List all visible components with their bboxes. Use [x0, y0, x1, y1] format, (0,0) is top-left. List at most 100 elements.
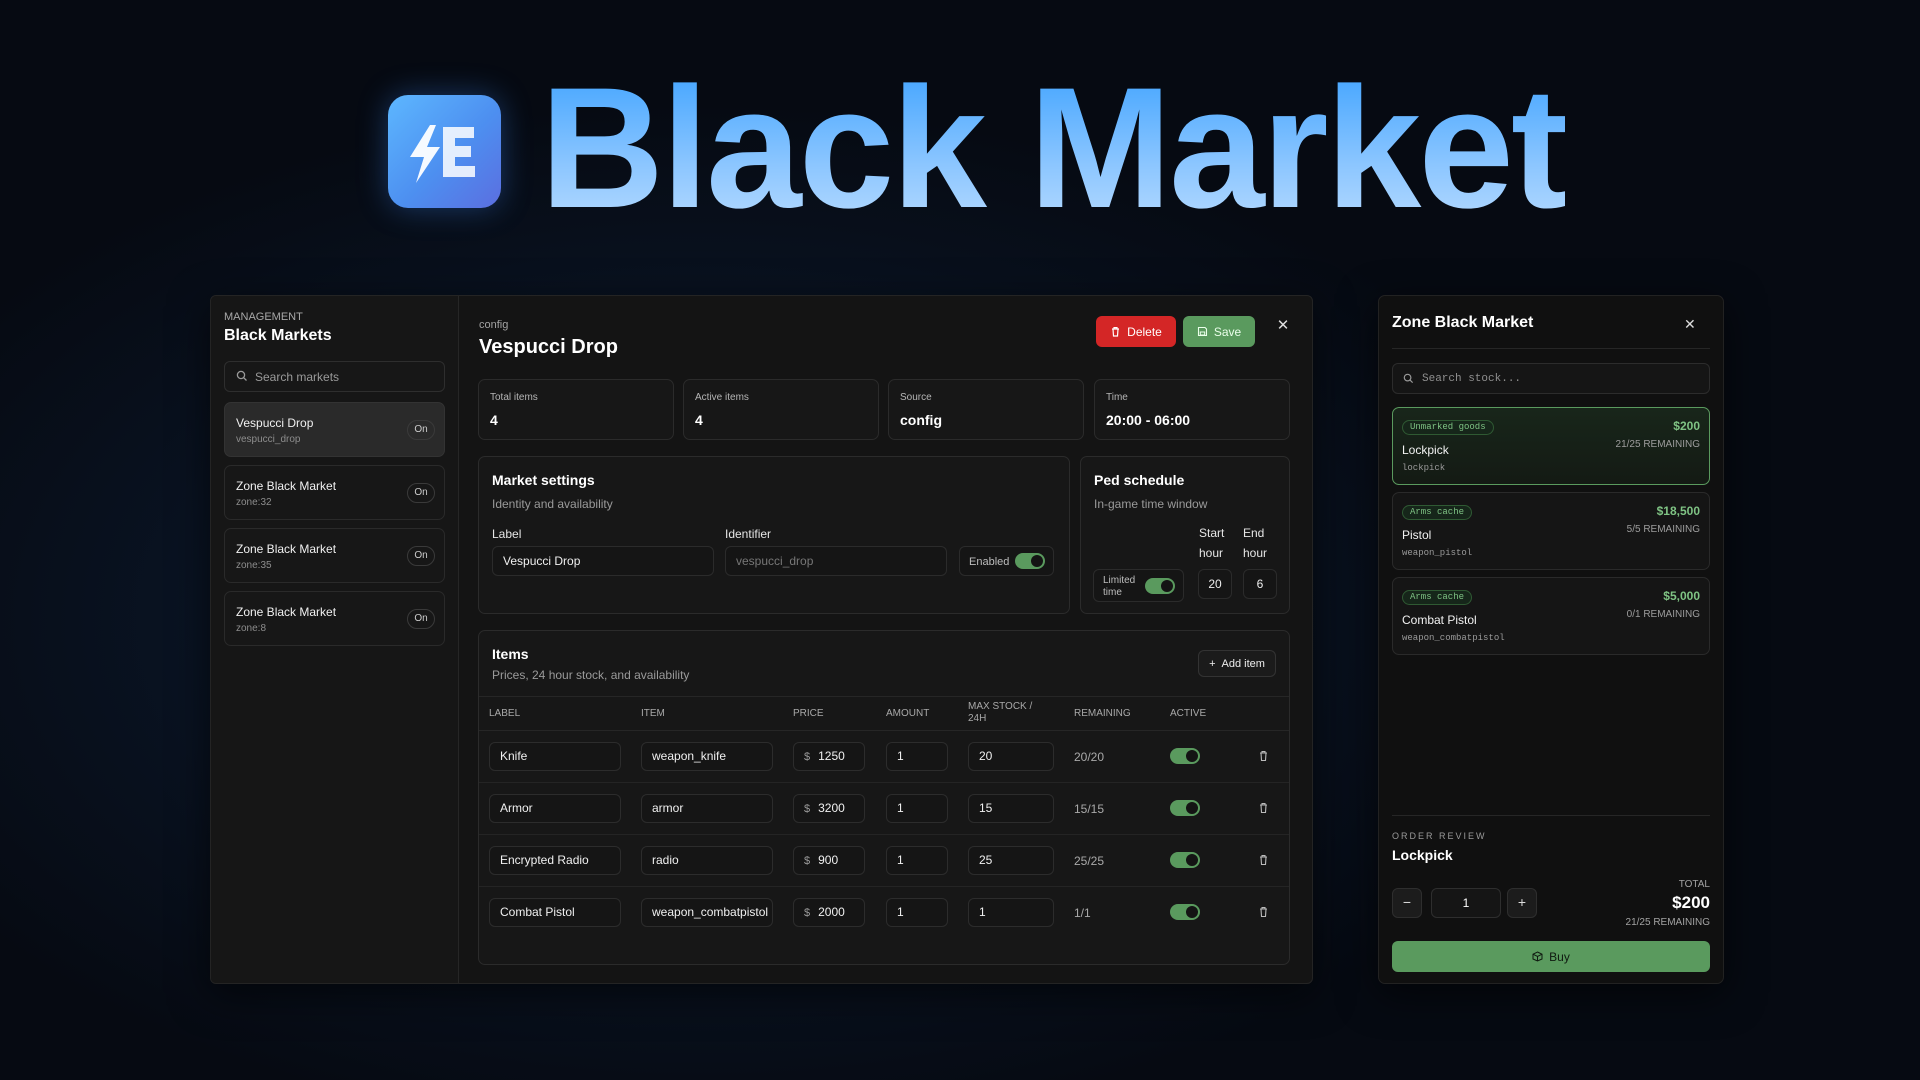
col-max-stock-line2: 24H — [968, 713, 987, 724]
market-status-badge[interactable]: On — [407, 609, 435, 629]
row-amount-input[interactable]: 1 — [886, 898, 948, 927]
trash-icon[interactable] — [1258, 802, 1269, 814]
market-status-badge[interactable]: On — [407, 483, 435, 503]
start-hour-input[interactable]: 20 — [1198, 569, 1232, 599]
identifier-input[interactable]: vespucci_drop — [725, 546, 947, 576]
stock-remaining: 5/5 REMAINING — [1626, 524, 1700, 535]
row-label-input[interactable]: Armor — [489, 794, 621, 823]
delete-button[interactable]: Delete — [1096, 316, 1176, 347]
enabled-label: Enabled — [969, 556, 1010, 568]
category-badge: Arms cache — [1402, 505, 1473, 520]
zone-shop-panel: Zone Black Market ✕ Unmarked goods $200 … — [1378, 295, 1724, 984]
close-icon[interactable]: ✕ — [1684, 316, 1696, 333]
start-hour-label-line2: hour — [1199, 546, 1224, 560]
market-status-badge[interactable]: On — [407, 420, 435, 440]
market-search-box — [224, 361, 445, 392]
row-item-input[interactable]: weapon_knife — [641, 742, 773, 771]
total-label: TOTAL — [1678, 879, 1710, 890]
label-field-label: Label — [492, 527, 522, 541]
market-id: zone:35 — [236, 560, 272, 571]
row-active-toggle[interactable] — [1170, 800, 1200, 816]
divider — [1392, 815, 1710, 816]
enabled-toggle-box[interactable]: Enabled — [959, 546, 1054, 576]
market-item-vespucci[interactable]: Vespucci Drop vespucci_drop On — [224, 402, 445, 457]
trash-icon[interactable] — [1258, 906, 1269, 918]
search-icon — [1403, 373, 1414, 384]
row-price-value: 900 — [818, 853, 839, 867]
row-active-toggle[interactable] — [1170, 904, 1200, 920]
quantity-input[interactable]: 1 — [1431, 888, 1501, 918]
close-icon[interactable]: ✕ — [1275, 318, 1291, 334]
divider — [1392, 348, 1710, 349]
stock-item-combat-pistol[interactable]: Arms cache $5,000 Combat Pistol 0/1 REMA… — [1392, 577, 1710, 655]
row-amount-input[interactable]: 1 — [886, 846, 948, 875]
ped-schedule-card: Ped schedule In-game time window Start ho… — [1080, 456, 1290, 614]
items-title: Items — [492, 646, 529, 662]
currency-symbol: $ — [804, 803, 811, 815]
add-item-label: Add item — [1221, 657, 1265, 670]
row-price-value: 1250 — [818, 749, 845, 763]
save-button[interactable]: Save — [1183, 316, 1255, 347]
stat-active-items: Active items 4 — [683, 379, 879, 440]
row-item-input[interactable]: weapon_combatpistol — [641, 898, 773, 927]
stock-item-pistol[interactable]: Arms cache $18,500 Pistol 5/5 REMAINING … — [1392, 492, 1710, 570]
market-id: vespucci_drop — [236, 434, 301, 445]
row-label-input[interactable]: Knife — [489, 742, 621, 771]
stock-item-lockpick[interactable]: Unmarked goods $200 Lockpick 21/25 REMAI… — [1392, 407, 1710, 485]
stock-search-input[interactable] — [1422, 364, 1702, 393]
stock-search-box — [1392, 363, 1710, 394]
row-remaining: 15/15 — [1074, 802, 1105, 816]
market-name: Vespucci Drop — [236, 416, 314, 430]
row-remaining: 25/25 — [1074, 854, 1105, 868]
row-label-input[interactable]: Combat Pistol — [489, 898, 621, 927]
currency-symbol: $ — [804, 751, 811, 763]
enabled-toggle[interactable] — [1015, 553, 1045, 569]
row-amount-input[interactable]: 1 — [886, 794, 948, 823]
market-name: Zone Black Market — [236, 605, 337, 619]
trash-icon[interactable] — [1258, 854, 1269, 866]
end-hour-label-line2: hour — [1243, 546, 1268, 560]
row-label-input[interactable]: Encrypted Radio — [489, 846, 621, 875]
increase-quantity-button[interactable]: + — [1507, 888, 1537, 918]
start-hour-label-line1: Start — [1199, 526, 1225, 540]
currency-symbol: $ — [804, 855, 811, 867]
row-max-stock-input[interactable]: 1 — [968, 898, 1054, 927]
row-active-toggle[interactable] — [1170, 852, 1200, 868]
trash-icon[interactable] — [1258, 750, 1269, 762]
row-item-input[interactable]: radio — [641, 846, 773, 875]
market-status-badge[interactable]: On — [407, 546, 435, 566]
row-max-stock-input[interactable]: 15 — [968, 794, 1054, 823]
market-name: Zone Black Market — [236, 479, 337, 493]
decrease-quantity-button[interactable]: − — [1392, 888, 1422, 918]
col-max-stock: MAX STOCK /24H — [968, 701, 1032, 725]
app-logo — [388, 95, 501, 208]
add-item-button[interactable]: + Add item — [1198, 650, 1276, 677]
market-item-zone8[interactable]: Zone Black Market zone:8 On — [224, 591, 445, 646]
row-price-input[interactable]: $1250 — [793, 742, 865, 771]
row-amount-input[interactable]: 1 — [886, 742, 948, 771]
limited-time-toggle-box[interactable]: Limited time — [1093, 569, 1184, 602]
limited-time-toggle[interactable] — [1145, 578, 1175, 594]
row-price-input[interactable]: $2000 — [793, 898, 865, 927]
row-item-input[interactable]: armor — [641, 794, 773, 823]
currency-symbol: $ — [804, 907, 811, 919]
label-input[interactable]: Vespucci Drop — [492, 546, 714, 576]
market-search-input[interactable] — [255, 362, 440, 391]
sidebar: MANAGEMENT Black Markets Vespucci Drop v… — [211, 296, 459, 983]
buy-button[interactable]: Buy — [1392, 941, 1710, 972]
end-hour-input[interactable]: 6 — [1243, 569, 1277, 599]
end-hour-label: End hour — [1243, 523, 1267, 563]
row-active-toggle[interactable] — [1170, 748, 1200, 764]
row-max-stock-input[interactable]: 25 — [968, 846, 1054, 875]
market-id: zone:32 — [236, 497, 272, 508]
row-max-stock-input[interactable]: 20 — [968, 742, 1054, 771]
market-item-zone32[interactable]: Zone Black Market zone:32 On — [224, 465, 445, 520]
settings-subtitle: Identity and availability — [492, 497, 613, 511]
row-price-input[interactable]: $3200 — [793, 794, 865, 823]
page-title: Vespucci Drop — [479, 336, 618, 358]
row-price-input[interactable]: $900 — [793, 846, 865, 875]
market-item-zone35[interactable]: Zone Black Market zone:35 On — [224, 528, 445, 583]
settings-title: Market settings — [492, 472, 595, 488]
items-subtitle: Prices, 24 hour stock, and availability — [492, 668, 690, 682]
stock-price: $200 — [1673, 419, 1700, 433]
